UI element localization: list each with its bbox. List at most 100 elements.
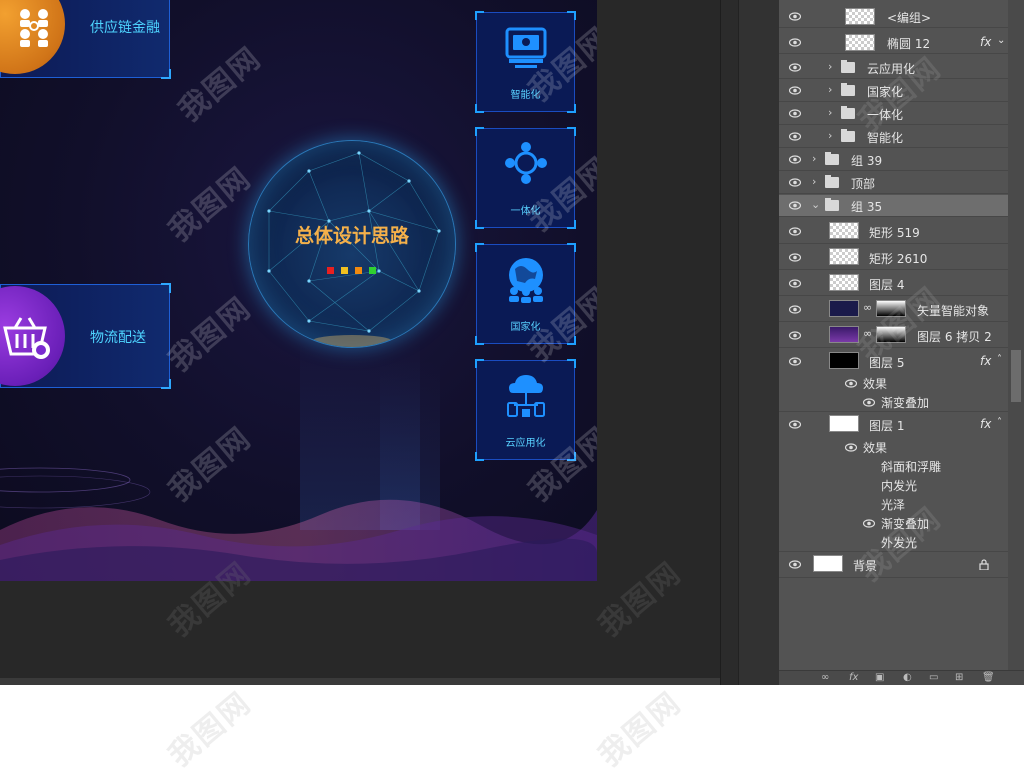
effect-gradient-overlay[interactable]: 渐变叠加 bbox=[881, 394, 929, 411]
add-mask-icon[interactable]: ▣ bbox=[875, 672, 884, 683]
layer-thumbnail bbox=[829, 274, 859, 291]
new-group-icon[interactable]: ▭ bbox=[929, 672, 938, 683]
effects-eye-icon[interactable] bbox=[845, 379, 857, 388]
layer-group-row[interactable]: › 国家化 bbox=[779, 80, 1008, 102]
chevron-right-icon[interactable]: › bbox=[812, 175, 816, 188]
visibility-eye-icon[interactable] bbox=[789, 253, 801, 262]
layer-name: 智能化 bbox=[867, 131, 904, 145]
visibility-eye-icon[interactable] bbox=[789, 178, 801, 187]
visibility-eye-icon[interactable] bbox=[789, 420, 801, 429]
module-national[interactable]: 国家化 bbox=[475, 243, 576, 345]
module-integration[interactable]: 一体化 bbox=[475, 127, 576, 229]
layer-group-row[interactable]: › 一体化 bbox=[779, 103, 1008, 125]
visibility-eye-icon[interactable] bbox=[789, 560, 801, 569]
photoshop-window: 供应链金融 物流配送 总体设计思路 智能化 一体化 国家化 云应用化 我图网 我… bbox=[0, 0, 1024, 685]
effect-eye-icon[interactable] bbox=[863, 398, 875, 407]
chevron-down-icon[interactable]: ⌄ bbox=[997, 35, 1005, 46]
supply-chain-glyph bbox=[20, 9, 48, 47]
layer-thumbnail bbox=[829, 300, 859, 317]
layer-name: 图层 5 bbox=[869, 356, 905, 370]
module-corner bbox=[475, 127, 484, 136]
chevron-right-icon[interactable]: › bbox=[828, 83, 832, 96]
visibility-eye-icon[interactable] bbox=[789, 331, 801, 340]
background-layer-row[interactable]: 背景 bbox=[779, 552, 1008, 578]
effect-bevel-emboss[interactable]: 斜面和浮雕 bbox=[881, 458, 941, 475]
layers-scrollbar[interactable] bbox=[1008, 0, 1024, 670]
network-icon bbox=[505, 142, 547, 184]
module-corner bbox=[475, 104, 484, 113]
layer-group-row-selected[interactable]: ⌄ 组 35 bbox=[779, 195, 1008, 217]
visibility-eye-icon[interactable] bbox=[789, 132, 801, 141]
layer-thumbnail bbox=[813, 555, 843, 572]
layer-name: 图层 6 拷贝 2 bbox=[917, 330, 992, 344]
chevron-right-icon[interactable]: › bbox=[828, 60, 832, 73]
visibility-eye-icon[interactable] bbox=[789, 201, 801, 210]
module-corner bbox=[567, 359, 576, 368]
layer-row[interactable]: 图层 4 bbox=[779, 271, 1008, 296]
visibility-eye-icon[interactable] bbox=[789, 155, 801, 164]
link-chain-icon[interactable]: ∞ bbox=[863, 301, 872, 314]
layer-row[interactable]: 椭圆 12 fx ⌄ bbox=[779, 32, 1008, 54]
layer-group-row[interactable]: › 顶部 bbox=[779, 172, 1008, 194]
layers-scrollbar-thumb[interactable] bbox=[1011, 350, 1021, 402]
layer-group-row[interactable]: › 云应用化 bbox=[779, 57, 1008, 79]
layer-row[interactable]: ∞ 图层 6 拷贝 2 bbox=[779, 323, 1008, 348]
module-corner bbox=[567, 220, 576, 229]
visibility-eye-icon[interactable] bbox=[789, 279, 801, 288]
chevron-up-icon[interactable]: ˄ bbox=[997, 354, 1002, 365]
add-style-icon[interactable]: fx bbox=[849, 672, 858, 683]
layer-row[interactable]: 矩形 519 bbox=[779, 219, 1008, 244]
chevron-up-icon[interactable]: ˄ bbox=[997, 417, 1002, 428]
effect-satin[interactable]: 光泽 bbox=[881, 496, 905, 513]
logistics-basket-icon bbox=[0, 286, 65, 386]
new-layer-icon[interactable]: ⊞ bbox=[955, 672, 963, 683]
module-corner bbox=[475, 220, 484, 229]
layer-group-row[interactable]: › 智能化 bbox=[779, 126, 1008, 148]
module-corner bbox=[475, 11, 484, 20]
layer-row[interactable]: 图层 5 fx ˄ bbox=[779, 349, 1008, 374]
effect-eye-icon[interactable] bbox=[863, 519, 875, 528]
chevron-down-icon[interactable]: ⌄ bbox=[811, 198, 820, 211]
effect-inner-glow[interactable]: 内发光 bbox=[881, 477, 917, 494]
effect-gradient-overlay[interactable]: 渐变叠加 bbox=[881, 515, 929, 532]
chevron-right-icon[interactable]: › bbox=[812, 152, 816, 165]
link-chain-icon[interactable]: ∞ bbox=[863, 327, 872, 340]
fx-icon[interactable]: fx bbox=[980, 417, 991, 431]
visibility-eye-icon[interactable] bbox=[789, 63, 801, 72]
fx-icon[interactable]: fx bbox=[980, 35, 991, 49]
effects-label[interactable]: 效果 bbox=[863, 375, 887, 392]
canvas-vertical-scrollbar[interactable] bbox=[720, 0, 739, 685]
layer-row[interactable]: 图层 1 fx ˄ bbox=[779, 412, 1008, 437]
visibility-eye-icon[interactable] bbox=[789, 38, 801, 47]
document-canvas[interactable]: 供应链金融 物流配送 总体设计思路 智能化 一体化 国家化 云应用化 我图网 我… bbox=[0, 0, 597, 581]
module-corner bbox=[567, 243, 576, 252]
layer-row[interactable]: <编组> bbox=[779, 6, 1008, 28]
visibility-eye-icon[interactable] bbox=[789, 305, 801, 314]
visibility-eye-icon[interactable] bbox=[789, 227, 801, 236]
lock-icon[interactable] bbox=[979, 559, 989, 570]
effects-eye-icon[interactable] bbox=[845, 443, 857, 452]
module-intelligent-label: 智能化 bbox=[510, 90, 541, 101]
effect-outer-glow[interactable]: 外发光 bbox=[881, 534, 917, 551]
horizontal-scrollbar[interactable] bbox=[0, 678, 720, 685]
layer-row[interactable]: 矩形 2610 bbox=[779, 245, 1008, 270]
layer-name: 组 39 bbox=[851, 154, 883, 168]
chevron-right-icon[interactable]: › bbox=[828, 106, 832, 119]
panel-dock-gutter bbox=[738, 0, 780, 685]
effects-label[interactable]: 效果 bbox=[863, 439, 887, 456]
layer-row[interactable]: ∞ 矢量智能对象 bbox=[779, 297, 1008, 322]
visibility-eye-icon[interactable] bbox=[789, 109, 801, 118]
module-intelligent[interactable]: 智能化 bbox=[475, 11, 576, 113]
adjustment-layer-icon[interactable]: ◐ bbox=[903, 672, 912, 683]
delete-layer-icon[interactable]: 🗑 bbox=[982, 672, 995, 683]
layer-group-row[interactable]: › 组 39 bbox=[779, 149, 1008, 171]
visibility-eye-icon[interactable] bbox=[789, 12, 801, 21]
visibility-eye-icon[interactable] bbox=[789, 86, 801, 95]
module-integration-label: 一体化 bbox=[510, 206, 541, 217]
visibility-eye-icon[interactable] bbox=[789, 357, 801, 366]
fx-icon[interactable]: fx bbox=[980, 354, 991, 368]
canvas-area[interactable]: 供应链金融 物流配送 总体设计思路 智能化 一体化 国家化 云应用化 我图网 我… bbox=[0, 0, 720, 685]
center-title: 总体设计思路 bbox=[294, 225, 409, 247]
chevron-right-icon[interactable]: › bbox=[828, 129, 832, 142]
link-layers-icon[interactable]: ∞ bbox=[821, 672, 829, 683]
